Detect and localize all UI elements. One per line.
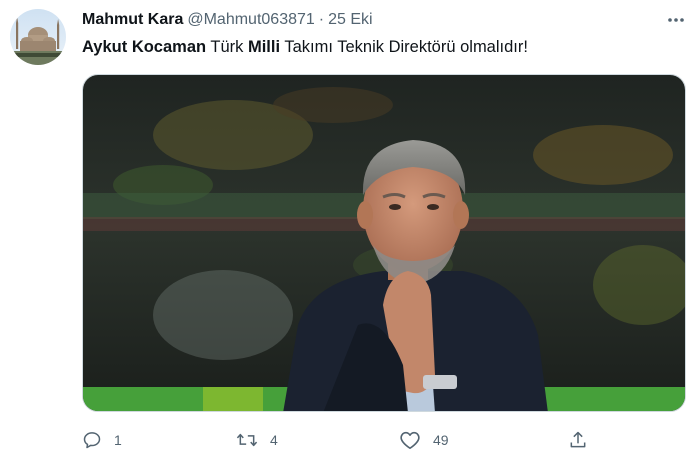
reply-count: 1 [114, 432, 122, 448]
tweet-text-part: Aykut Kocaman [82, 38, 207, 56]
tweet-photo[interactable] [82, 74, 686, 412]
more-options-button[interactable] [664, 8, 688, 32]
tweet-text-part: Takımı Teknik Direktörü olmalıdır! [280, 38, 528, 56]
user-handle[interactable]: @Mahmut063871 [187, 11, 314, 28]
tweet-text-part: Milli [247, 38, 281, 56]
retweet-button[interactable]: 4 [236, 426, 278, 454]
tweet-card[interactable]: Mahmut Kara @Mahmut063871 · 25 Eki Aykut Ko… [0, 0, 700, 458]
tweet-text-part: Türk [206, 38, 248, 56]
retweet-icon [236, 433, 258, 447]
tweet-date[interactable]: 25 Eki [328, 11, 372, 28]
like-count: 49 [433, 432, 449, 448]
reply-button[interactable]: 1 [82, 426, 122, 454]
share-button[interactable] [568, 426, 588, 454]
heart-icon [400, 431, 420, 449]
avatar[interactable] [10, 9, 66, 65]
action-bar: 1 4 49 [82, 426, 592, 454]
display-name[interactable]: Mahmut Kara [82, 11, 183, 28]
separator-dot: · [318, 11, 325, 28]
more-dots-icon [668, 18, 684, 22]
retweet-count: 4 [270, 432, 278, 448]
like-button[interactable]: 49 [399, 426, 449, 454]
tweet-header: Mahmut Kara @Mahmut063871 · 25 Eki [82, 10, 700, 32]
share-icon [570, 431, 586, 448]
tweet-text: Aykut Kocaman Türk Milli Takımı Teknik D… [82, 36, 680, 58]
reply-icon [83, 432, 101, 449]
